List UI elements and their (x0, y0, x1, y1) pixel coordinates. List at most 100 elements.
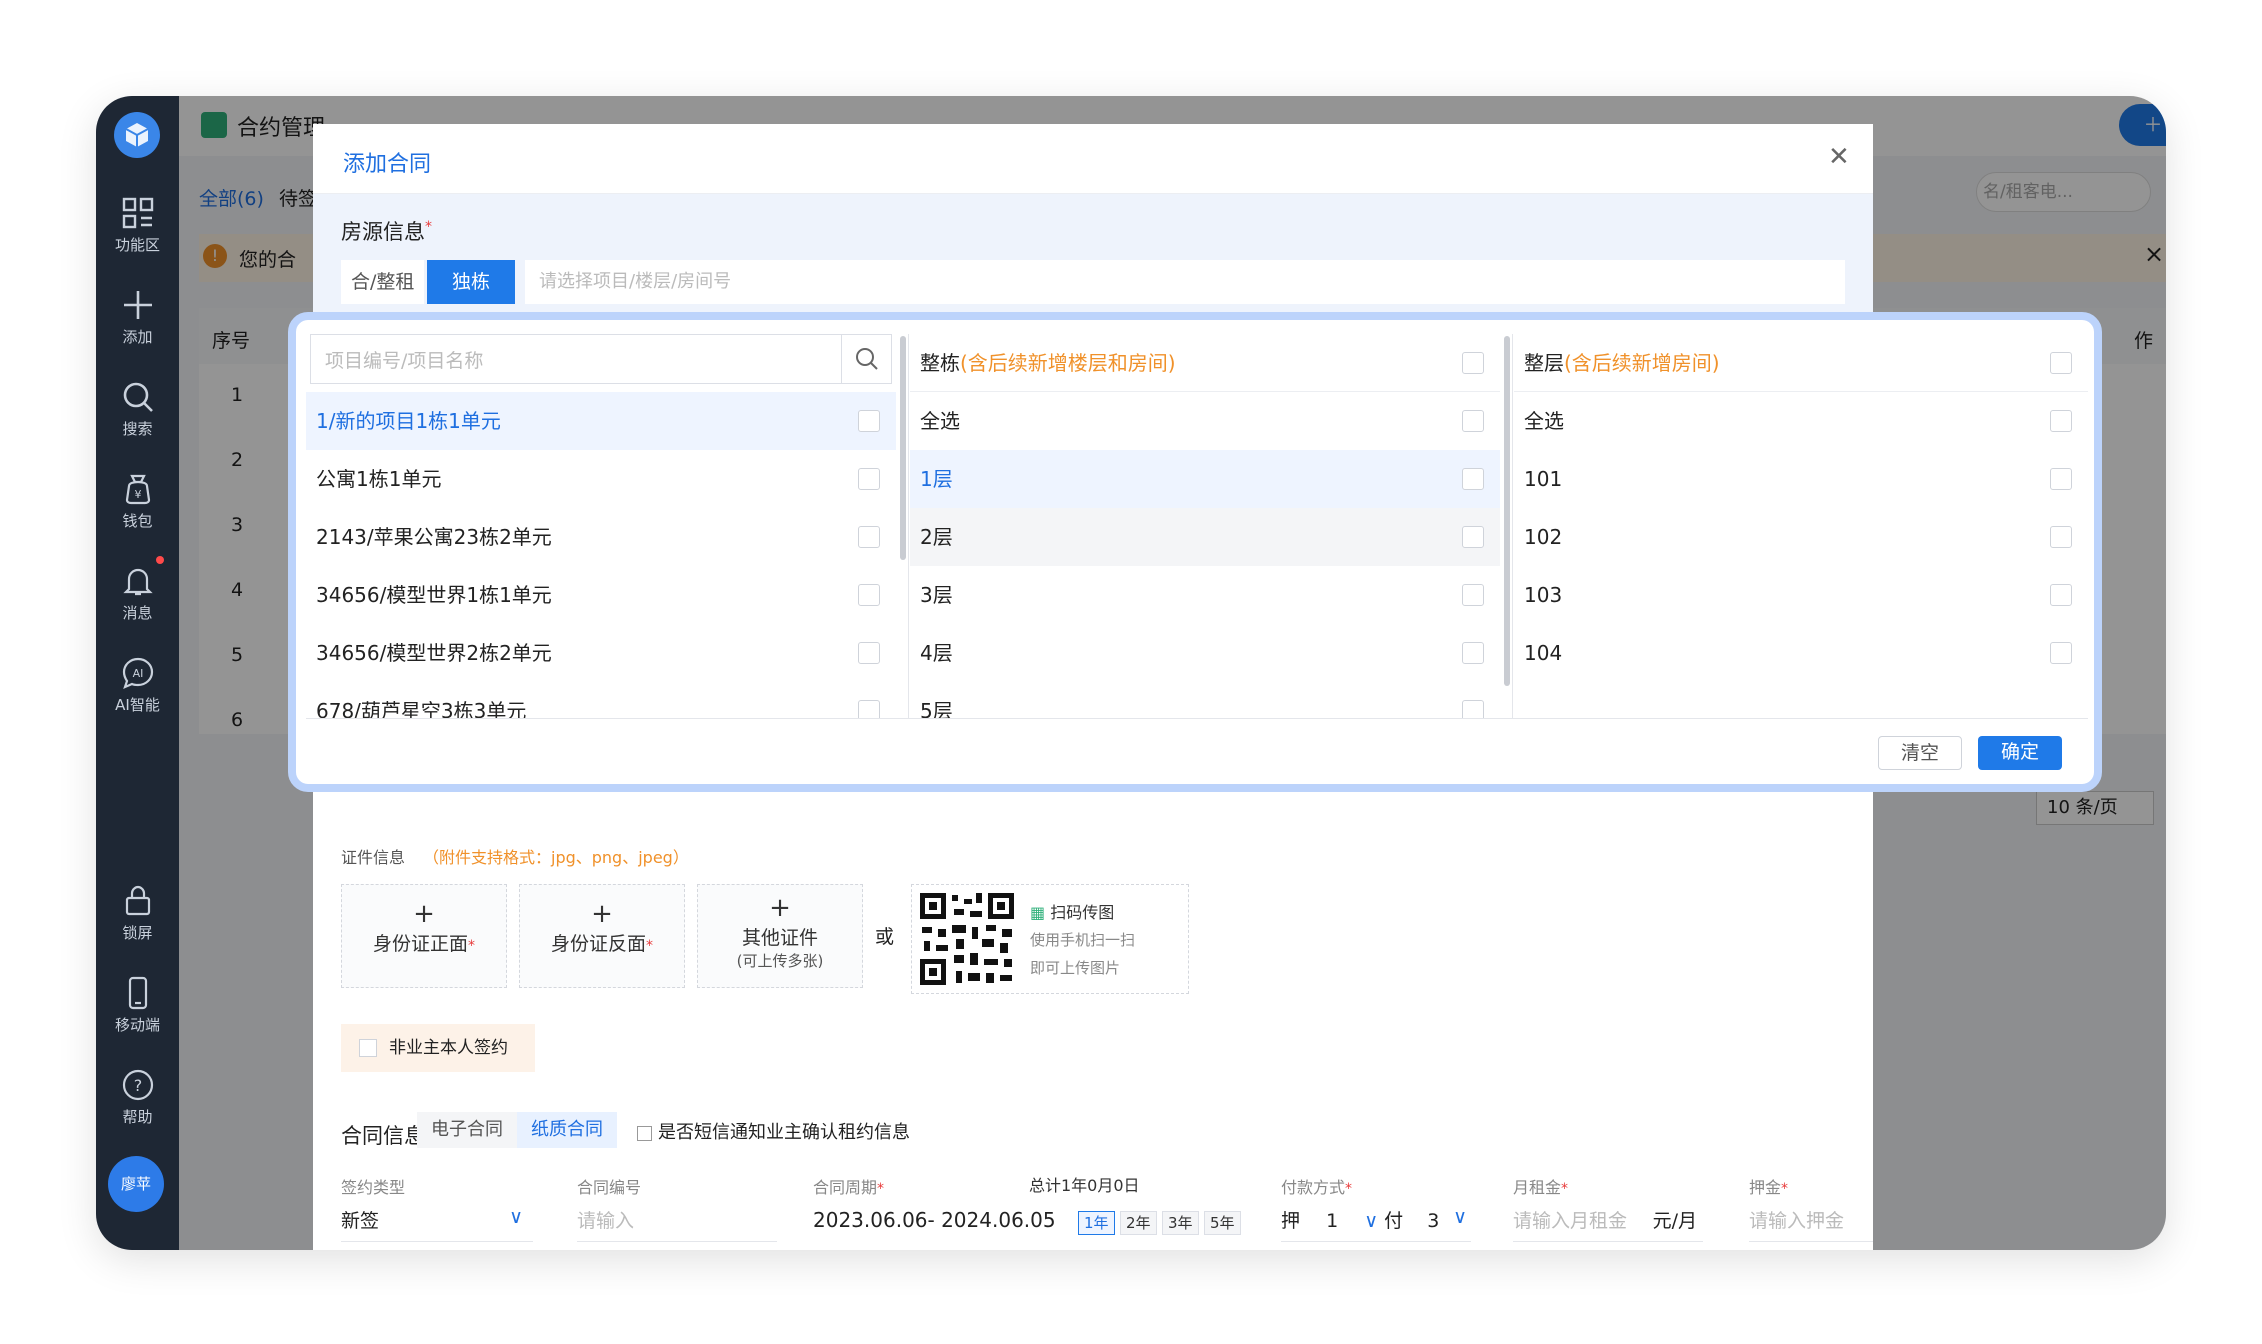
deposit-label-text: 押金 (1749, 1178, 1782, 1197)
house-select-input[interactable]: 请选择项目/楼层/房间号 (525, 260, 1845, 304)
checkbox[interactable] (858, 700, 880, 718)
room-item[interactable]: 102 (1514, 508, 2088, 566)
room-item[interactable]: 101 (1514, 450, 2088, 508)
house-tab-shared[interactable]: 合/整租 (341, 260, 425, 304)
floor-item[interactable]: 5层 (910, 682, 1500, 718)
checkbox[interactable] (2050, 410, 2072, 432)
checkbox[interactable] (1462, 468, 1484, 490)
sidebar-label: 功能区 (114, 236, 160, 254)
sidebar-item-ai[interactable]: AI AI智能 (96, 648, 179, 728)
checkbox[interactable] (2050, 526, 2072, 548)
project-item[interactable]: 34656/模型世界2栋2单元 (306, 624, 896, 682)
floor-item[interactable]: 全选 (910, 392, 1500, 450)
scrollbar[interactable] (1504, 336, 1510, 686)
checkbox[interactable] (1462, 410, 1484, 432)
floor-item[interactable]: 2层 (910, 508, 1500, 566)
whole-building-header[interactable]: 整栋(含后续新增楼层和房间) (910, 334, 1500, 392)
checkbox-box[interactable] (359, 1039, 377, 1057)
upload-id-back[interactable]: + 身份证反面* (519, 884, 685, 988)
contract-no-input[interactable]: 请输入 (577, 1206, 777, 1242)
required-mark: * (877, 1181, 885, 1197)
year-button-3[interactable]: 3年 (1162, 1211, 1199, 1235)
checkbox[interactable] (1462, 526, 1484, 548)
project-item[interactable]: 678/葫芦星空3栋3单元 (306, 682, 896, 718)
checkbox[interactable] (858, 584, 880, 606)
room-item[interactable]: 103 (1514, 566, 2088, 624)
clear-button[interactable]: 清空 (1878, 736, 1962, 770)
sidebar-item-help[interactable]: ? 帮助 (96, 1060, 179, 1140)
checkbox[interactable] (858, 526, 880, 548)
checkbox[interactable] (858, 642, 880, 664)
sidebar-item-add[interactable]: 添加 (96, 280, 179, 360)
project-item[interactable]: 公寓1栋1单元 (306, 450, 896, 508)
whole-floor-header[interactable]: 整层(含后续新增房间) (1514, 334, 2088, 392)
sidebar-item-lock[interactable]: 锁屏 (96, 876, 179, 956)
project-label: 2143/苹果公寓23栋2单元 (316, 525, 552, 549)
sidebar-item-function[interactable]: 功能区 (96, 188, 179, 268)
lock-icon (125, 885, 150, 916)
chevron-down-icon: ∨ (509, 1206, 523, 1228)
upload-id-front[interactable]: + 身份证正面* (341, 884, 507, 988)
contract-tab-paper[interactable]: 纸质合同 (517, 1112, 617, 1148)
project-item[interactable]: 34656/模型世界1栋1单元 (306, 566, 896, 624)
room-item[interactable]: 104 (1514, 624, 2088, 682)
room-label: 101 (1524, 467, 1563, 491)
bell-icon (122, 568, 153, 596)
contract-tab-electronic[interactable]: 电子合同 (417, 1112, 517, 1148)
floor-item[interactable]: 4层 (910, 624, 1500, 682)
pay-method-select[interactable]: 押 1 ∨ 付 3 ∨ (1281, 1206, 1471, 1242)
search-icon[interactable] (841, 335, 891, 383)
house-tab-whole[interactable]: 独栋 (427, 260, 515, 304)
sidebar-label: 锁屏 (122, 924, 153, 942)
scrollbar[interactable] (900, 336, 906, 560)
sidebar-item-message[interactable]: 消息 (96, 556, 179, 636)
sidebar-item-wallet[interactable]: ¥ 钱包 (96, 464, 179, 544)
deposit-input[interactable]: 请输入押金元 (1749, 1206, 1873, 1242)
sidebar-item-mobile[interactable]: 移动端 (96, 968, 179, 1048)
checkbox[interactable] (2050, 584, 2072, 606)
project-item[interactable]: 2143/苹果公寓23栋2单元 (306, 508, 896, 566)
floor-item[interactable]: 3层 (910, 566, 1500, 624)
avatar[interactable]: 廖苹 (108, 1156, 164, 1212)
rent-unit: 元/月 (1652, 1210, 1697, 1232)
checkbox[interactable] (1462, 352, 1484, 374)
scan-upload-box[interactable]: ▦ 扫码传图 使用手机扫一扫 即可上传图片 (911, 884, 1189, 994)
sidebar-item-search[interactable]: 搜索 (96, 372, 179, 452)
checkbox[interactable] (858, 468, 880, 490)
sign-type-select[interactable]: 新签 ∨ (341, 1206, 533, 1242)
checkbox[interactable] (2050, 352, 2072, 374)
checkbox-box[interactable] (637, 1125, 652, 1141)
room-item[interactable]: 全选 (1514, 392, 2088, 450)
non-owner-checkbox[interactable]: 非业主本人签约 (341, 1024, 535, 1072)
required-mark: * (1561, 1181, 1569, 1197)
year-button-5[interactable]: 5年 (1204, 1211, 1241, 1235)
pay-deposit-count: 1 (1326, 1210, 1339, 1232)
project-item[interactable]: 1/新的项目1栋1单元 (306, 392, 896, 450)
rent-input[interactable]: 请输入月租金 元/月 (1513, 1206, 1703, 1242)
checkbox[interactable] (1462, 642, 1484, 664)
checkbox[interactable] (1462, 584, 1484, 606)
year-button-2[interactable]: 2年 (1120, 1211, 1157, 1235)
year-button-1[interactable]: 1年 (1078, 1211, 1115, 1235)
scan-title-text: 扫码传图 (1050, 903, 1115, 922)
checkbox[interactable] (858, 410, 880, 432)
period-label: 合同周期* (813, 1174, 884, 1198)
sidebar-label: 搜索 (122, 420, 153, 438)
checkbox[interactable] (2050, 642, 2072, 664)
checkbox[interactable] (1462, 700, 1484, 718)
close-icon[interactable]: ✕ (1828, 142, 1850, 172)
period-value[interactable]: 2023.06.06- 2024.06.05 (813, 1208, 1056, 1232)
col2-title: 整栋 (920, 351, 960, 375)
checkbox[interactable] (2050, 468, 2072, 490)
sidebar-label: AI智能 (115, 696, 160, 714)
project-search[interactable]: 项目编号/项目名称 (310, 334, 892, 384)
floor-item[interactable]: 1层 (910, 450, 1500, 508)
sidebar-label: 帮助 (122, 1108, 153, 1126)
confirm-button[interactable]: 确定 (1978, 736, 2062, 770)
project-search-input[interactable]: 项目编号/项目名称 (325, 346, 483, 373)
sms-notify-checkbox[interactable]: 是否短信通知业主确认租约信息 (637, 1118, 910, 1144)
plus-icon: + (591, 899, 613, 929)
sidebar: 功能区 添加 搜索 ¥ 钱包 消息 AI AI智能 锁屏 移动端 ? 帮助 廖苹 (96, 96, 179, 1250)
upload-other-id[interactable]: + 其他证件 (可上传多张) (697, 884, 863, 988)
pay-deposit-label: 押 (1281, 1210, 1301, 1232)
